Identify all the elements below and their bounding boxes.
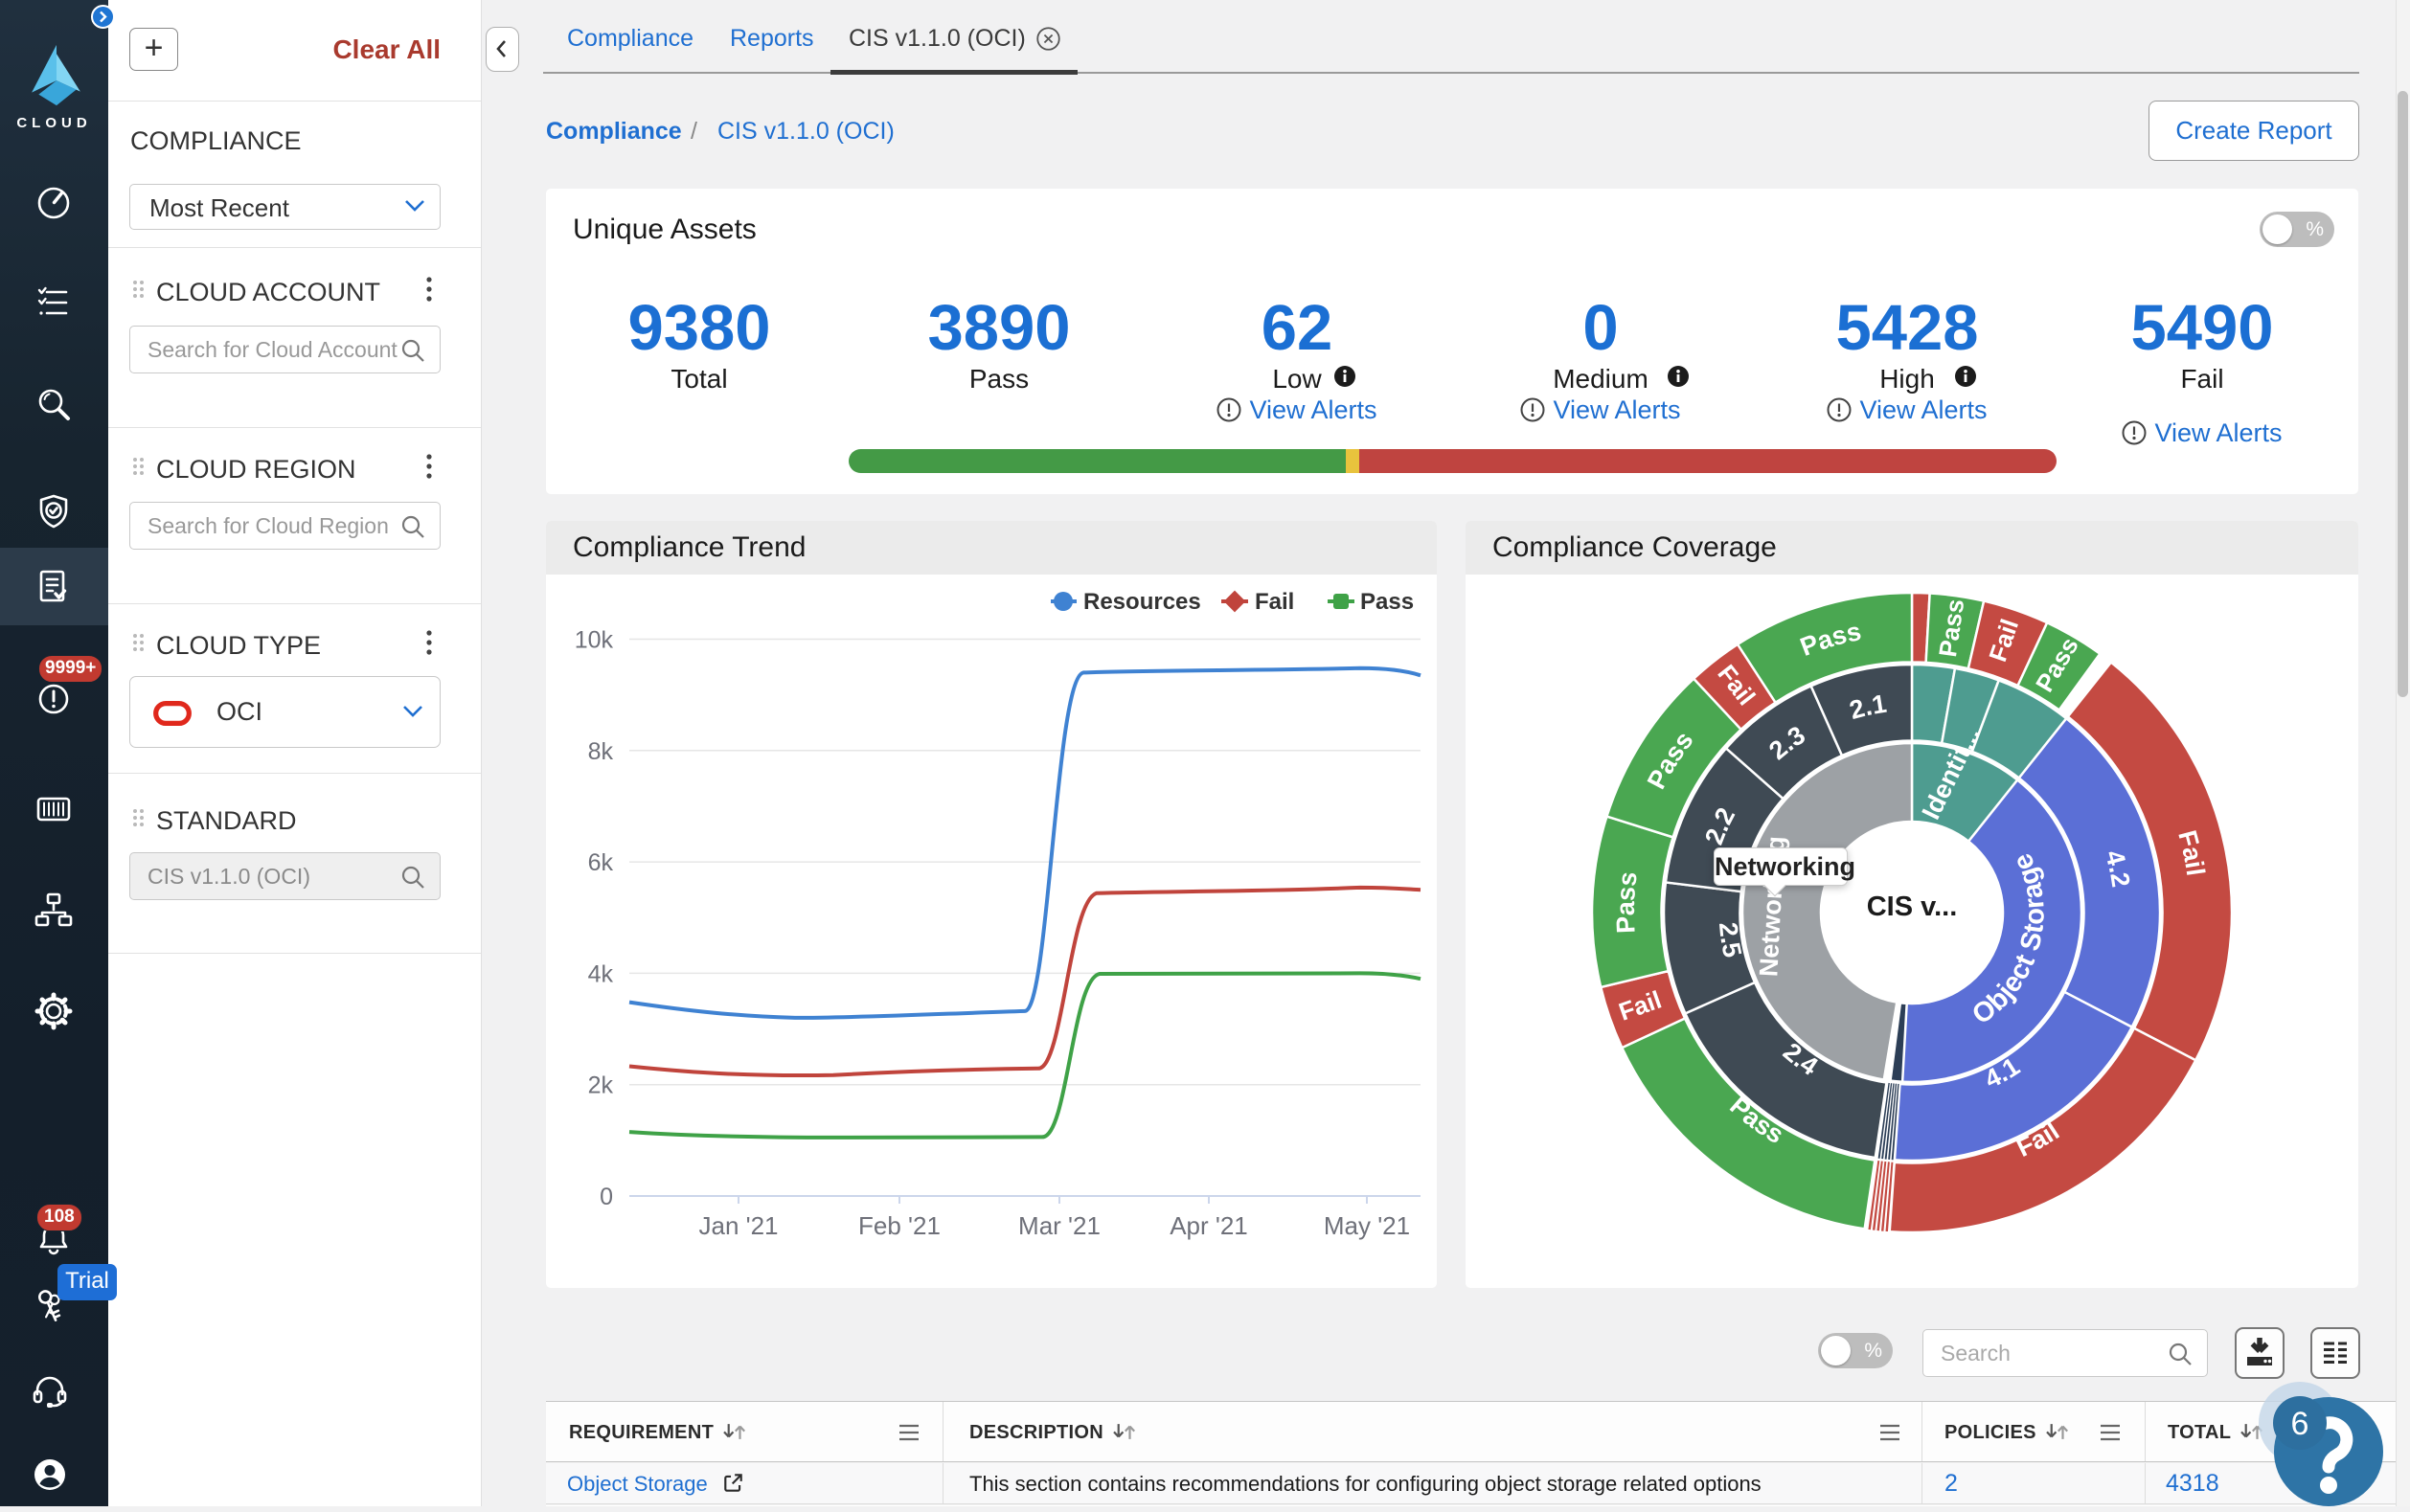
svg-text:2k: 2k [588,1072,614,1099]
svg-text:10k: 10k [575,627,614,654]
svg-text:0: 0 [600,1184,613,1210]
svg-text:Mar '21: Mar '21 [1018,1211,1101,1240]
svg-text:Pass: Pass [1360,589,1414,615]
svg-text:Resources: Resources [1083,589,1201,615]
svg-text:6: 6 [2291,1406,2309,1442]
svg-text:8k: 8k [588,738,614,765]
svg-text:May '21: May '21 [1324,1211,1410,1240]
svg-text:Pass: Pass [1611,870,1643,935]
svg-text:Jan '21: Jan '21 [698,1211,778,1240]
svg-text:Fail: Fail [1255,589,1294,615]
svg-text:2.5: 2.5 [1714,921,1747,960]
svg-text:Apr '21: Apr '21 [1170,1211,1248,1240]
svg-text:6k: 6k [588,849,614,876]
svg-text:4k: 4k [588,960,614,987]
svg-text:CIS v...: CIS v... [1867,891,1958,922]
svg-text:Feb '21: Feb '21 [858,1211,941,1240]
